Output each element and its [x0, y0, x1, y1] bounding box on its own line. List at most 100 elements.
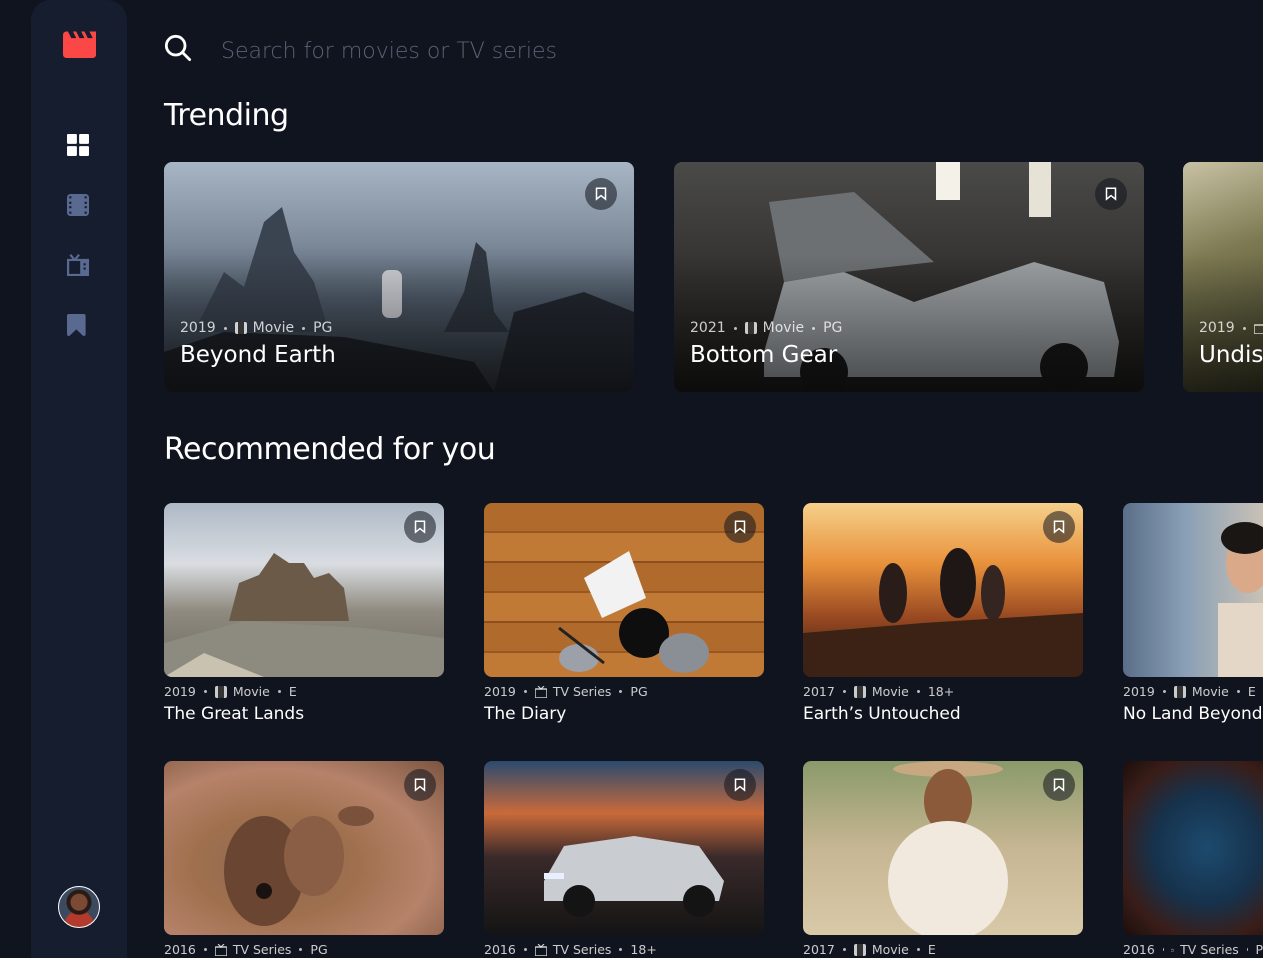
home-grid-icon[interactable]	[67, 134, 89, 156]
card-thumbnail[interactable]	[1123, 503, 1263, 677]
bookmark-button[interactable]	[724, 511, 756, 543]
bookmark-outline-icon	[414, 778, 426, 792]
card-thumbnail[interactable]	[164, 503, 444, 677]
card-thumbnail[interactable]	[164, 761, 444, 935]
recommended-card[interactable]: 2016 TV Series 18+	[484, 761, 764, 957]
film-clapper-icon[interactable]	[63, 31, 96, 59]
card-year: 2019	[1123, 684, 1155, 699]
bookmark-outline-icon	[1053, 778, 1065, 792]
card-category: TV Series	[552, 942, 612, 957]
card-year: 2017	[803, 942, 835, 957]
card-meta: 2019 Movie E	[1123, 684, 1263, 699]
section-title-trending: Trending	[164, 98, 289, 133]
card-meta: 2017 Movie 18+	[803, 684, 1083, 699]
card-title: The Diary	[484, 704, 567, 724]
card-image	[224, 806, 374, 926]
card-category: TV Series	[232, 942, 292, 957]
bookmark-button[interactable]	[404, 511, 436, 543]
card-category: Movie	[232, 684, 270, 699]
movies-film-icon[interactable]	[67, 194, 89, 216]
card-title: Bottom Gear	[690, 342, 838, 368]
card-thumbnail[interactable]	[803, 761, 1083, 935]
card-year: 2016	[484, 942, 516, 957]
trending-card[interactable]: 2019 Undisc	[1183, 162, 1263, 392]
recommended-card[interactable]: 2017 Movie 18+ Earth’s Untouched	[803, 503, 1083, 724]
bookmark-button[interactable]	[585, 178, 617, 210]
card-year: 2019	[1199, 320, 1235, 336]
card-image	[544, 836, 724, 917]
bookmark-button[interactable]	[404, 769, 436, 801]
recommended-card[interactable]: 2016 TV Series PG	[164, 761, 444, 957]
card-category: Movie	[1191, 684, 1229, 699]
card-rating: P	[1255, 942, 1263, 957]
bookmark-button[interactable]	[1043, 769, 1075, 801]
card-year: 2021	[690, 320, 726, 336]
avatar[interactable]	[58, 886, 100, 928]
card-image	[164, 553, 444, 677]
card-meta: 2019 TV Series PG	[484, 684, 764, 699]
card-image	[888, 761, 1008, 935]
card-image	[1218, 522, 1263, 677]
card-category: Movie	[871, 684, 909, 699]
card-category: Movie	[252, 320, 295, 336]
trending-card[interactable]: 2019 Movie PG Beyond Earth	[164, 162, 634, 392]
card-year: 2019	[484, 684, 516, 699]
bookmark-outline-icon	[1105, 187, 1117, 201]
card-title: Earth’s Untouched	[803, 704, 961, 724]
search-icon	[164, 34, 192, 62]
card-title: Beyond Earth	[180, 342, 336, 368]
card-year: 2017	[803, 684, 835, 699]
card-title: No Land Beyond	[1123, 704, 1263, 724]
card-thumbnail[interactable]	[484, 503, 764, 677]
card-rating: E	[927, 942, 936, 957]
card-year: 2019	[180, 320, 216, 336]
card-thumbnail[interactable]	[803, 503, 1083, 677]
card-rating: PG	[823, 320, 843, 336]
card-year: 2016	[1123, 942, 1155, 957]
tv-category-icon	[1253, 324, 1263, 334]
card-rating: 18+	[630, 942, 657, 957]
movie-category-icon	[1173, 685, 1186, 698]
sidebar	[31, 0, 127, 958]
card-rating: PG	[313, 320, 333, 336]
card-meta: 2017 Movie E	[803, 942, 1083, 957]
tv-category-icon	[1171, 948, 1175, 952]
tv-category-icon	[534, 685, 547, 698]
recommended-card[interactable]: 2017 Movie E	[803, 761, 1083, 957]
bookmark-outline-icon	[595, 187, 607, 201]
card-category: Movie	[762, 320, 805, 336]
card-category: Movie	[871, 942, 909, 957]
bookmark-button[interactable]	[724, 769, 756, 801]
trending-card[interactable]: 2021 Movie PG Bottom Gear	[674, 162, 1144, 392]
recommended-card[interactable]: 2019 Movie E The Great Lands	[164, 503, 444, 724]
card-thumbnail[interactable]	[1123, 761, 1263, 935]
recommended-card[interactable]: 2019 Movie E No Land Beyond	[1123, 503, 1263, 724]
card-rating: PG	[630, 684, 648, 699]
card-rating: 18+	[927, 684, 955, 699]
bookmark-button[interactable]	[1095, 178, 1127, 210]
recommended-card[interactable]: 2016 TV Series P	[1123, 761, 1263, 957]
movie-category-icon	[853, 943, 866, 956]
card-rating: E	[288, 684, 297, 699]
card-meta: 2019 Movie PG	[180, 320, 332, 336]
tv-category-icon	[534, 943, 547, 956]
card-title: Undisc	[1199, 342, 1263, 368]
card-meta: 2019 Movie E	[164, 684, 444, 699]
bookmark-outline-icon	[734, 778, 746, 792]
bookmark-icon[interactable]	[67, 314, 89, 336]
tv-series-icon[interactable]	[67, 254, 89, 276]
bookmark-button[interactable]	[1043, 511, 1075, 543]
card-meta: 2016 TV Series P	[1123, 942, 1263, 957]
card-title: The Great Lands	[164, 704, 305, 724]
movie-category-icon	[744, 322, 757, 334]
card-category: TV Series	[552, 684, 612, 699]
card-thumbnail[interactable]	[484, 761, 764, 935]
card-category: TV Series	[1180, 942, 1239, 957]
recommended-card[interactable]: 2019 TV Series PG The Diary	[484, 503, 764, 724]
movie-category-icon	[214, 685, 227, 698]
card-year: 2016	[164, 942, 196, 957]
bookmark-outline-icon	[414, 520, 426, 534]
card-year: 2019	[164, 684, 196, 699]
search-input[interactable]	[219, 32, 1023, 70]
card-image	[803, 548, 1083, 677]
